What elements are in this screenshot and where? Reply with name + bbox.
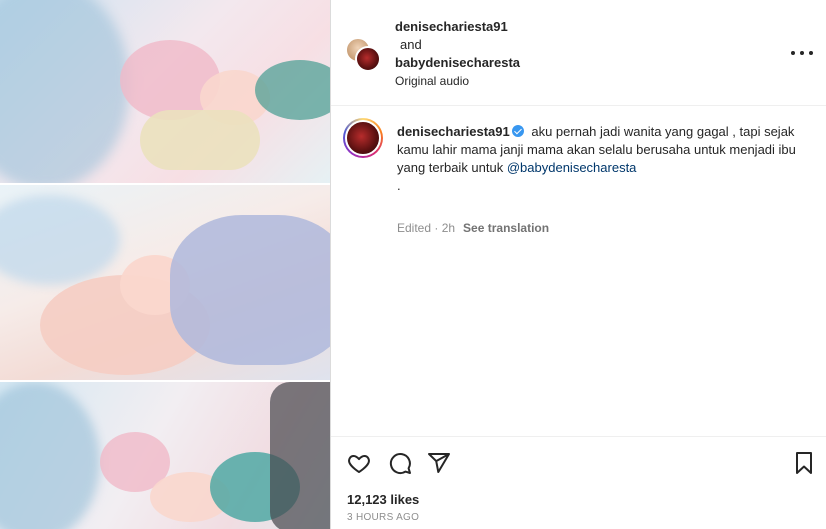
header-username-1[interactable]: denisechariesta91: [395, 18, 520, 36]
likes-count[interactable]: 12,123 likes: [347, 492, 419, 507]
caption-meta: Edited · 2h See translation: [397, 221, 549, 235]
caption-trailing: .: [397, 178, 401, 193]
post-timestamp[interactable]: 3 HOURS AGO: [347, 512, 419, 523]
header-joiner: and: [400, 37, 422, 52]
heart-icon[interactable]: [347, 451, 371, 475]
edited-time: Edited · 2h: [397, 221, 456, 235]
avatar[interactable]: [355, 46, 381, 72]
header-text: denisechariesta91 and babydenisecharesta…: [395, 18, 520, 90]
header-username-2[interactable]: babydenisecharesta: [395, 54, 520, 72]
caption: denisechariesta91 aku pernah jadi wanita…: [397, 123, 797, 195]
post-media[interactable]: [0, 0, 330, 529]
comment-icon[interactable]: [388, 451, 412, 475]
see-translation-button[interactable]: See translation: [463, 221, 549, 235]
actions-divider: [331, 436, 826, 437]
share-icon[interactable]: [427, 451, 451, 475]
header-avatar-stack[interactable]: [345, 37, 381, 73]
media-photo-3: [0, 382, 330, 529]
media-photo-2: [0, 185, 330, 380]
verified-icon: [511, 125, 524, 137]
caption-username[interactable]: denisechariesta91: [397, 124, 510, 139]
bookmark-icon[interactable]: [792, 451, 816, 475]
caption-mention[interactable]: @babydenisecharesta: [507, 160, 637, 175]
more-icon[interactable]: [791, 50, 813, 56]
audio-link[interactable]: Original audio: [395, 72, 520, 90]
caption-avatar[interactable]: [343, 118, 383, 158]
media-photo-1: [0, 0, 330, 183]
